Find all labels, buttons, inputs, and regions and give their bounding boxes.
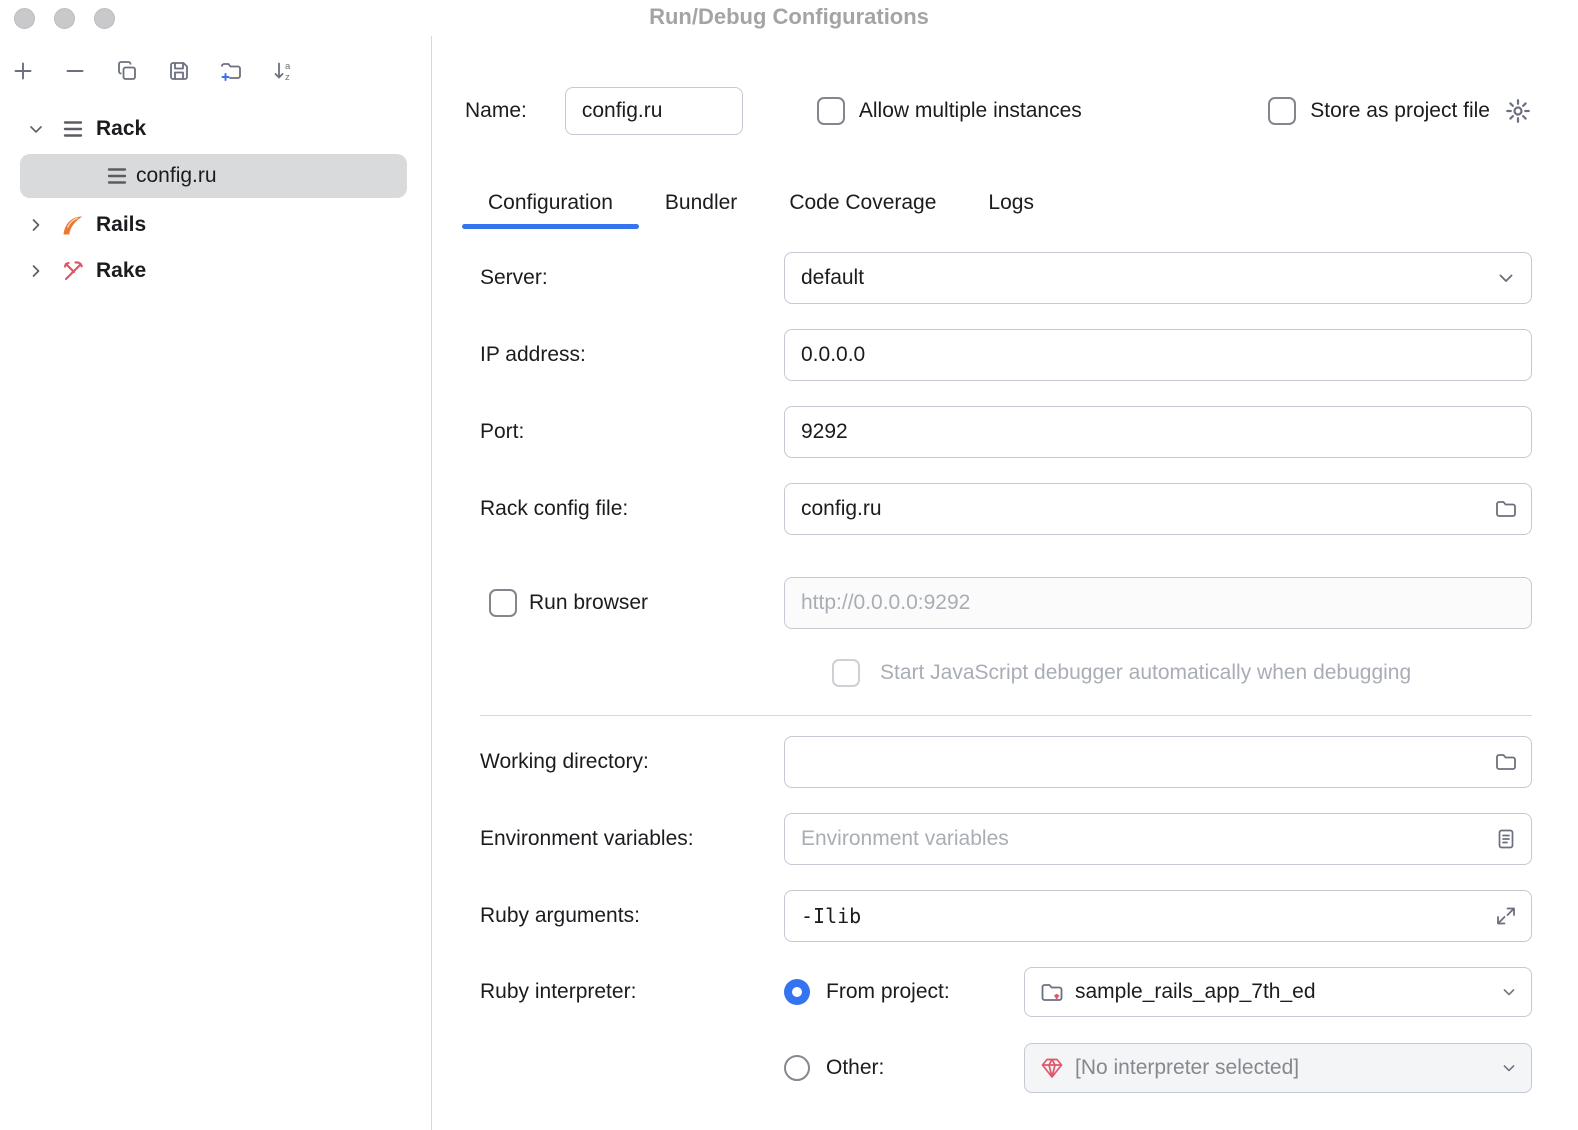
tab-code-coverage[interactable]: Code Coverage xyxy=(763,183,962,229)
js-debugger-checkbox[interactable] xyxy=(832,659,860,687)
tab-bundler[interactable]: Bundler xyxy=(639,183,763,229)
configurations-tree: Rack config.ru Rails xyxy=(0,106,431,294)
copy-configuration-icon[interactable] xyxy=(114,58,140,84)
port-row: Port: xyxy=(462,406,1532,458)
rack-config-file-input[interactable] xyxy=(784,483,1532,535)
project-interpreter-select[interactable]: sample_rails_app_7th_ed xyxy=(1024,967,1532,1017)
working-directory-input[interactable] xyxy=(784,736,1532,788)
other-interpreter-value: [No interpreter selected] xyxy=(1075,1056,1299,1080)
ip-address-input[interactable] xyxy=(784,329,1532,381)
run-browser-option: Run browser xyxy=(480,589,784,617)
title-bar: Run/Debug Configurations xyxy=(0,0,1578,36)
tree-item-label: config.ru xyxy=(136,164,217,188)
folder-icon[interactable] xyxy=(1494,497,1518,521)
environment-variables-label: Environment variables: xyxy=(480,827,784,851)
environment-variables-input[interactable] xyxy=(784,813,1532,865)
server-row: Server: default xyxy=(462,252,1532,304)
working-directory-label: Working directory: xyxy=(480,750,784,774)
ip-address-row: IP address: xyxy=(462,329,1532,381)
rack-config-file-row: Rack config file: xyxy=(462,483,1532,535)
configuration-tabs: Configuration Bundler Code Coverage Logs xyxy=(462,183,1532,229)
port-label: Port: xyxy=(480,420,784,444)
ruby-interpreter-row: Ruby interpreter: From project: sample_r… xyxy=(462,967,1532,1017)
tree-item-rails[interactable]: Rails xyxy=(0,202,431,248)
chevron-down-icon[interactable] xyxy=(24,119,48,139)
store-as-project-file-label: Store as project file xyxy=(1310,99,1490,123)
rake-icon xyxy=(60,258,86,284)
tree-item-label: Rack xyxy=(96,117,146,141)
other-radio[interactable] xyxy=(784,1055,810,1081)
list-icon[interactable] xyxy=(1494,827,1518,851)
port-input[interactable] xyxy=(784,406,1532,458)
new-folder-icon[interactable] xyxy=(218,58,244,84)
name-input[interactable] xyxy=(565,87,743,135)
tab-logs[interactable]: Logs xyxy=(962,183,1060,229)
configuration-panel: Name: Allow multiple instances Store as … xyxy=(432,36,1578,1130)
other-label: Other: xyxy=(826,1056,884,1080)
from-project-radio[interactable] xyxy=(784,979,810,1005)
from-project-label: From project: xyxy=(826,980,950,1004)
tree-item-rack[interactable]: Rack xyxy=(0,106,431,152)
rack-icon xyxy=(60,116,86,142)
run-debug-configurations-dialog: Run/Debug Configurations xyxy=(0,0,1578,1130)
allow-multiple-instances-checkbox[interactable] xyxy=(817,97,845,125)
module-folder-icon xyxy=(1039,979,1065,1005)
rails-icon xyxy=(60,212,86,238)
js-debugger-label: Start JavaScript debugger automatically … xyxy=(880,661,1411,685)
ruby-arguments-row: Ruby arguments: xyxy=(462,890,1532,942)
name-label: Name: xyxy=(465,99,527,123)
ruby-gem-icon xyxy=(1039,1055,1065,1081)
allow-multiple-instances-option[interactable]: Allow multiple instances xyxy=(817,97,1082,125)
sidebar-toolbar: az xyxy=(0,36,431,106)
gear-icon[interactable] xyxy=(1504,97,1532,125)
ruby-interpreter-label: Ruby interpreter: xyxy=(480,980,784,1004)
chevron-down-icon xyxy=(1494,266,1518,290)
server-label: Server: xyxy=(480,266,784,290)
other-interpreter-select[interactable]: [No interpreter selected] xyxy=(1024,1043,1532,1093)
working-directory-row: Working directory: xyxy=(462,736,1532,788)
store-as-project-file-checkbox[interactable] xyxy=(1268,97,1296,125)
run-browser-label: Run browser xyxy=(529,591,648,615)
svg-text:a: a xyxy=(285,61,291,72)
sort-alphabetically-icon[interactable]: az xyxy=(270,58,296,84)
server-select[interactable]: default xyxy=(784,252,1532,304)
folder-icon[interactable] xyxy=(1494,750,1518,774)
chevron-down-icon xyxy=(1499,982,1519,1002)
remove-configuration-icon[interactable] xyxy=(62,58,88,84)
tree-item-label: Rake xyxy=(96,259,146,283)
save-configuration-icon[interactable] xyxy=(166,58,192,84)
js-debugger-row: Start JavaScript debugger automatically … xyxy=(832,659,1532,687)
tree-item-config-ru[interactable]: config.ru xyxy=(20,154,407,198)
ip-address-label: IP address: xyxy=(480,343,784,367)
chevron-right-icon[interactable] xyxy=(24,215,48,235)
server-value: default xyxy=(801,266,864,290)
configurations-sidebar: az Rack config.ru xyxy=(0,36,432,1130)
name-row: Name: Allow multiple instances Store as … xyxy=(462,87,1532,135)
chevron-down-icon xyxy=(1499,1058,1519,1078)
tree-item-rake[interactable]: Rake xyxy=(0,248,431,294)
section-divider xyxy=(480,715,1532,716)
project-interpreter-value: sample_rails_app_7th_ed xyxy=(1075,980,1316,1004)
ruby-arguments-label: Ruby arguments: xyxy=(480,904,784,928)
other-interpreter-row: Other: [No interpreter selected] xyxy=(462,1043,1532,1093)
store-as-project-file-option[interactable]: Store as project file xyxy=(1268,97,1490,125)
svg-text:z: z xyxy=(285,72,290,83)
tree-item-label: Rails xyxy=(96,213,146,237)
environment-variables-row: Environment variables: xyxy=(462,813,1532,865)
chevron-right-icon[interactable] xyxy=(24,261,48,281)
window-title: Run/Debug Configurations xyxy=(0,4,1578,30)
expand-icon[interactable] xyxy=(1494,904,1518,928)
add-configuration-icon[interactable] xyxy=(10,58,36,84)
ruby-arguments-input[interactable] xyxy=(784,890,1532,942)
rack-config-file-label: Rack config file: xyxy=(480,497,784,521)
run-browser-row: Run browser xyxy=(462,577,1532,629)
allow-multiple-instances-label: Allow multiple instances xyxy=(859,99,1082,123)
tab-configuration[interactable]: Configuration xyxy=(462,183,639,229)
browser-url-input[interactable] xyxy=(784,577,1532,629)
rack-icon xyxy=(104,163,130,189)
run-browser-checkbox[interactable] xyxy=(489,589,517,617)
configuration-form: Server: default IP address: xyxy=(462,252,1532,1093)
